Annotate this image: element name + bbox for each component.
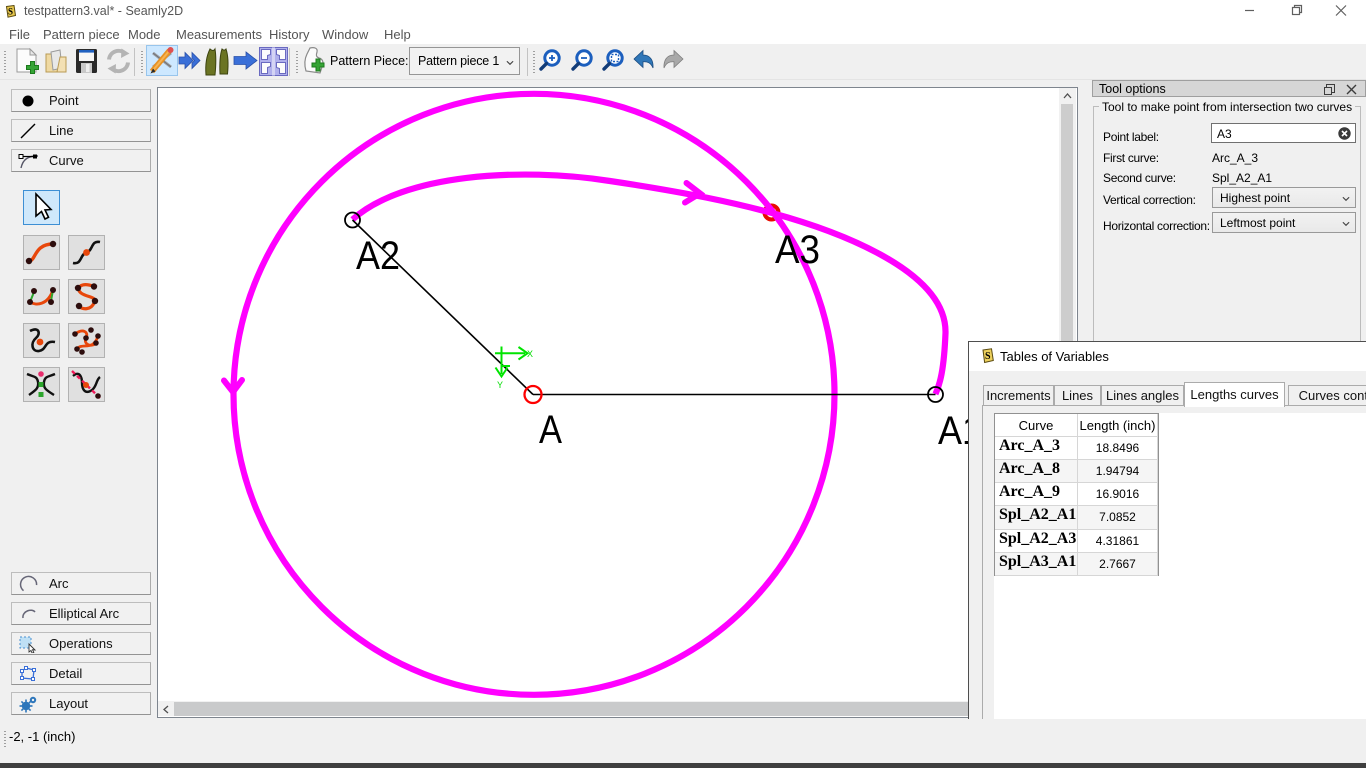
svg-text:A3: A3	[775, 228, 820, 272]
svg-text:X: X	[527, 349, 533, 359]
svg-text:A: A	[539, 408, 562, 452]
svg-text:A2: A2	[356, 234, 400, 278]
svg-text:S: S	[985, 351, 991, 362]
svg-text:S: S	[8, 7, 13, 17]
svg-text:Y: Y	[497, 380, 503, 390]
